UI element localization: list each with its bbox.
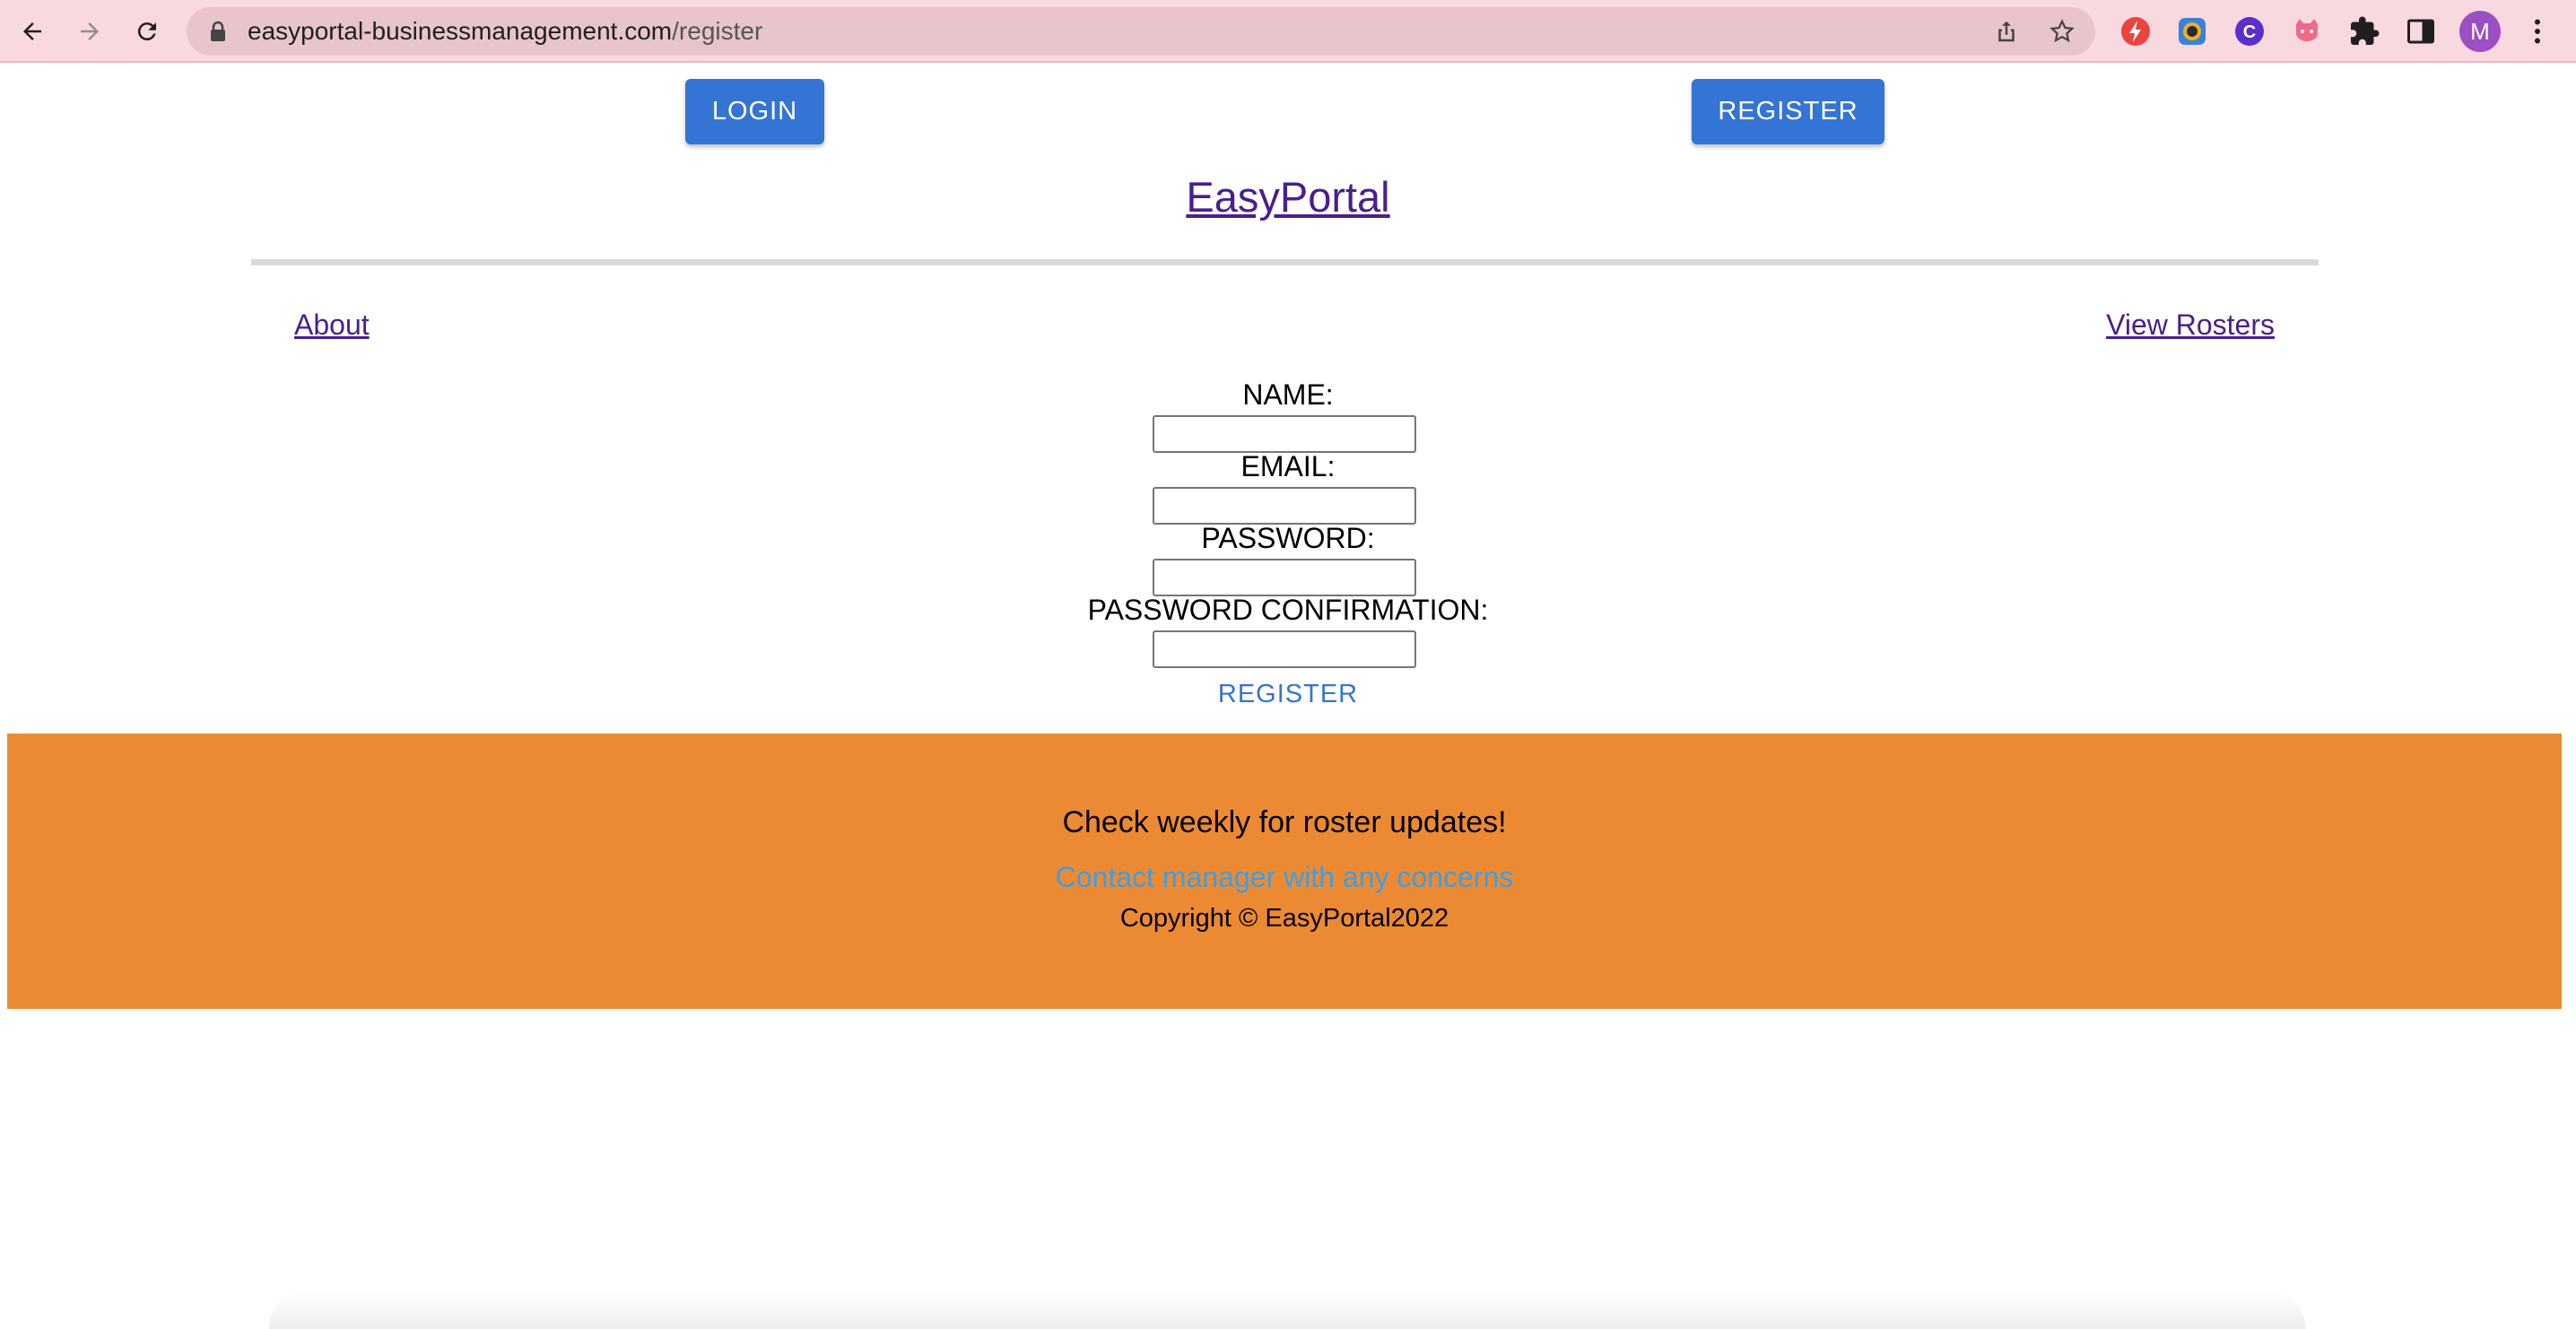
page-content: LOGIN REGISTER EasyPortal About View Ros… (0, 65, 2576, 1329)
lightning-extension-icon (2121, 17, 2150, 46)
side-panel-button[interactable] (2404, 14, 2438, 48)
footer-updates-text: Check weekly for roster updates! (1062, 805, 1507, 839)
extension-c[interactable]: C (2232, 14, 2267, 48)
side-panel-icon (2407, 19, 2434, 44)
password-confirmation-label: PASSWORD CONFIRMATION: (1087, 594, 1489, 626)
svg-text:C: C (2243, 22, 2256, 42)
star-icon (2049, 19, 2075, 43)
back-button[interactable] (13, 12, 52, 51)
url-text: easyportal-businessmanagement.com/regist… (248, 7, 762, 56)
reload-icon (137, 22, 156, 41)
name-label: NAME: (1242, 378, 1334, 411)
brand-title-link[interactable]: EasyPortal (0, 172, 2576, 222)
password-label: PASSWORD: (1201, 522, 1375, 554)
url-host: easyportal-businessmanagement.com (248, 17, 673, 45)
bottom-shadow (269, 1291, 2305, 1329)
share-icon (1998, 21, 2015, 42)
header-divider (251, 259, 2319, 265)
extensions-button[interactable] (2347, 14, 2381, 48)
reload-button[interactable] (127, 12, 167, 51)
copyright-text: Copyright © EasyPortal2022 (1119, 904, 1449, 933)
url-path: /register (672, 17, 763, 45)
contact-manager-link[interactable]: Contact manager with any concerns (7, 861, 2562, 894)
bookmark-button[interactable] (2049, 18, 2076, 45)
browser-menu-button[interactable] (2520, 14, 2554, 48)
puzzle-icon (2351, 16, 2380, 45)
address-bar[interactable]: easyportal-businessmanagement.com/regist… (187, 7, 2095, 56)
arrow-left-icon (23, 22, 41, 40)
browser-toolbar: easyportal-businessmanagement.com/regist… (0, 0, 2576, 63)
profile-avatar[interactable]: M (2459, 11, 2501, 52)
extension-octocat[interactable] (2290, 14, 2324, 48)
octocat-extension-icon (2296, 19, 2318, 41)
c-extension-icon: C (2235, 17, 2264, 46)
password-field[interactable] (1153, 559, 1416, 596)
register-nav-button[interactable]: REGISTER (1692, 79, 1884, 144)
view-rosters-link[interactable]: View Rosters (2106, 308, 2275, 342)
lock-icon (211, 21, 225, 41)
arrow-right-icon (81, 22, 99, 40)
email-label: EMAIL: (1240, 450, 1336, 482)
about-link[interactable]: About (294, 308, 370, 342)
extension-lightning[interactable] (2119, 14, 2153, 48)
name-field[interactable] (1153, 415, 1416, 453)
color-picker-extension-icon (2179, 18, 2206, 45)
email-field[interactable] (1153, 487, 1416, 525)
more-vertical-icon (2535, 19, 2540, 44)
register-submit-button[interactable]: REGISTER (0, 680, 2576, 709)
extension-color[interactable] (2175, 14, 2209, 48)
share-button[interactable] (1993, 18, 2020, 45)
login-button[interactable]: LOGIN (685, 79, 824, 144)
password-confirmation-field[interactable] (1153, 630, 1416, 668)
forward-button[interactable] (70, 12, 109, 51)
